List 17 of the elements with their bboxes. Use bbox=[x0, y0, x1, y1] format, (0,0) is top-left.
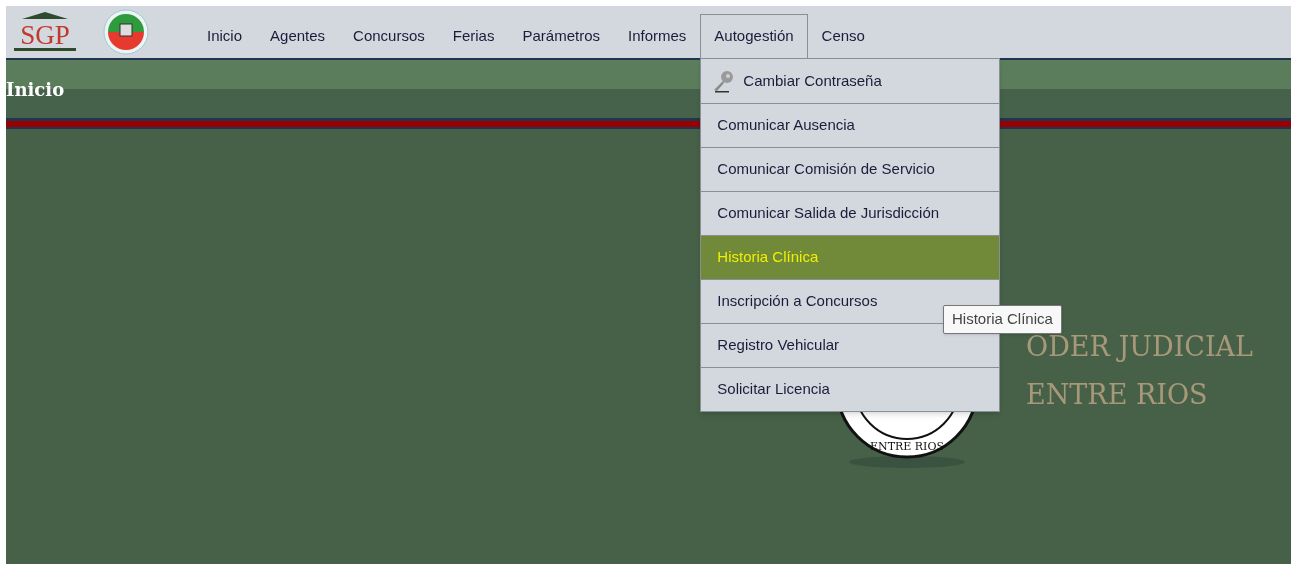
nav-menu-item[interactable]: Inicio bbox=[193, 14, 257, 58]
dropdown-menu-item[interactable]: Comunicar Comisión de Servicio bbox=[701, 147, 1000, 191]
sgp-logo: SGP bbox=[12, 11, 78, 53]
dropdown-menu-item[interactable]: Comunicar Ausencia bbox=[701, 103, 1000, 147]
seal-logo bbox=[103, 9, 149, 55]
nav-menu-item[interactable]: Concursos bbox=[339, 14, 439, 58]
nav-menu-item[interactable]: Autogestión bbox=[700, 14, 808, 58]
nav-menu-item[interactable]: Parámetros bbox=[508, 14, 614, 58]
nav-menu-item[interactable]: Agentes bbox=[256, 14, 340, 58]
tooltip: Historia Clínica bbox=[943, 305, 1062, 334]
nav-menu-item[interactable]: Informes bbox=[614, 14, 701, 58]
emblem-subtitle: ENTRE RIOS bbox=[1026, 378, 1209, 412]
dropdown-menu-item[interactable]: Solicitar Licencia bbox=[701, 367, 1000, 411]
dropdown-menu-item[interactable]: Cambiar Contraseña bbox=[701, 59, 1000, 103]
nav-menu-item[interactable]: Ferias bbox=[438, 14, 509, 58]
page-title: Inicio bbox=[6, 77, 65, 102]
nav-menu-item[interactable]: Censo bbox=[807, 14, 879, 58]
